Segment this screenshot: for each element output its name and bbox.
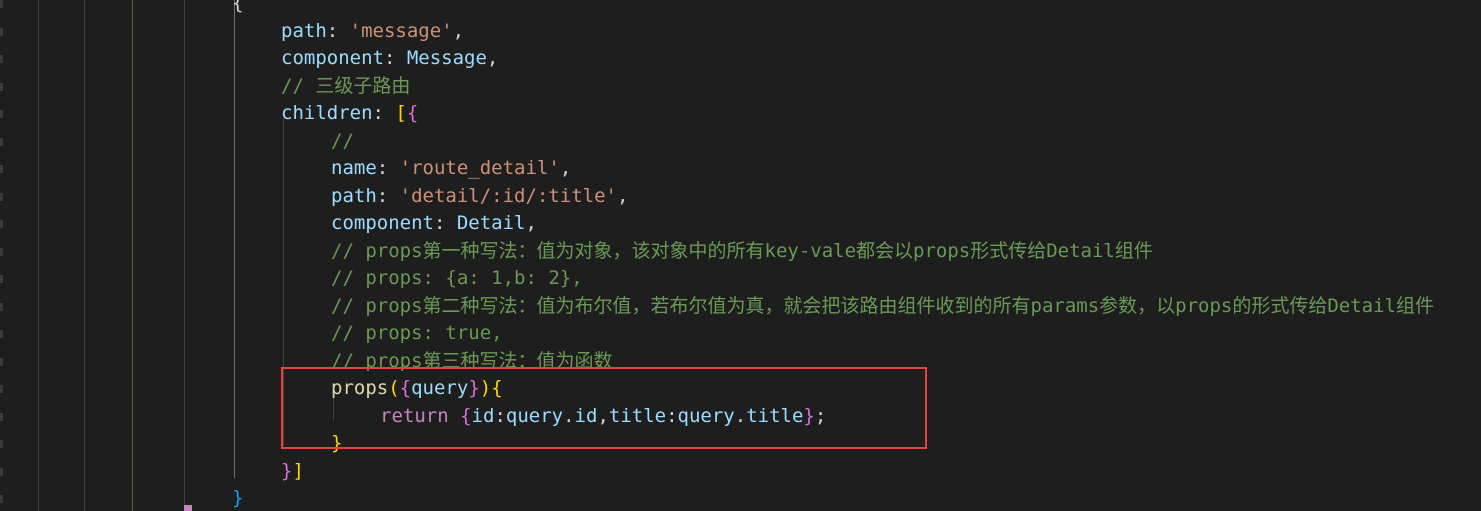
gutter-line-marker bbox=[0, 302, 3, 311]
code-token: , bbox=[525, 212, 537, 234]
indent-guide bbox=[184, 0, 185, 511]
code-token: name bbox=[331, 157, 377, 179]
code-token: : bbox=[326, 19, 350, 42]
code-token: , bbox=[559, 157, 572, 179]
indent-guide bbox=[132, 0, 133, 511]
code-token: path bbox=[281, 19, 327, 42]
code-token: Message bbox=[406, 47, 487, 69]
gutter-line-marker bbox=[0, 27, 3, 36]
code-line[interactable]: // bbox=[331, 128, 354, 155]
code-token: } bbox=[232, 487, 244, 509]
code-token: // props: {a: 1,b: 2}, bbox=[331, 267, 583, 289]
code-line[interactable]: path: 'detail/:id/:title', bbox=[331, 183, 628, 210]
gutter-line-marker bbox=[0, 440, 3, 448]
gutter-line-marker bbox=[0, 357, 3, 366]
code-token: path bbox=[331, 184, 377, 207]
gutter-line-marker bbox=[0, 495, 3, 503]
code-token: { bbox=[406, 102, 419, 124]
code-line[interactable]: // props: true, bbox=[331, 320, 503, 347]
gutter-line-marker bbox=[0, 412, 3, 421]
code-token: { bbox=[232, 0, 244, 14]
gutter-line-marker bbox=[0, 467, 3, 476]
gutter-line-marker bbox=[0, 220, 3, 228]
code-token: ] bbox=[292, 459, 304, 482]
code-token: // bbox=[331, 129, 354, 152]
gutter-line-marker bbox=[0, 247, 3, 256]
code-line[interactable]: component: Message, bbox=[281, 45, 498, 72]
indent-guide bbox=[38, 0, 39, 511]
gutter bbox=[0, 0, 6, 511]
code-token: , bbox=[617, 184, 629, 207]
gutter-line-marker bbox=[0, 55, 3, 63]
code-token: children bbox=[281, 102, 373, 124]
code-line[interactable]: children: [{ bbox=[281, 100, 418, 127]
code-editor[interactable]: {path: 'message', component: Message,// 三… bbox=[0, 0, 1481, 511]
gutter-line-marker bbox=[0, 0, 3, 8]
code-line[interactable]: // props第一种写法：值为对象，该对象中的所有key-vale都会以pro… bbox=[331, 238, 1153, 265]
code-token: component bbox=[281, 47, 384, 69]
gutter-line-marker bbox=[0, 110, 3, 118]
code-token: : bbox=[376, 157, 400, 179]
code-line[interactable]: // 三级子路由 bbox=[281, 73, 410, 100]
code-token: // props: true, bbox=[331, 322, 503, 344]
gutter-line-marker bbox=[0, 385, 3, 393]
code-token: : bbox=[372, 102, 396, 124]
code-token: Detail bbox=[456, 212, 526, 234]
code-token: , bbox=[486, 47, 499, 69]
code-line[interactable]: { bbox=[232, 0, 243, 17]
code-token: // 三级子路由 bbox=[281, 74, 411, 97]
code-token: : bbox=[433, 212, 457, 234]
fold-marker bbox=[184, 505, 192, 511]
indent-guide bbox=[234, 0, 235, 478]
code-token: component bbox=[331, 212, 434, 234]
gutter-line-marker bbox=[0, 165, 3, 173]
code-line[interactable]: }] bbox=[281, 458, 304, 485]
code-token: [ bbox=[395, 102, 407, 124]
code-line[interactable]: name: 'route_detail', bbox=[331, 155, 571, 182]
indent-guide bbox=[84, 0, 85, 511]
code-token: 'route_detail' bbox=[399, 157, 560, 179]
code-token: 'detail/:id/:title' bbox=[399, 184, 617, 207]
code-token: : bbox=[383, 47, 407, 69]
code-line[interactable]: component: Detail, bbox=[331, 210, 537, 237]
gutter-line-marker bbox=[0, 137, 3, 146]
code-line[interactable]: // props第二种写法：值为布尔值，若布尔值为真，就会把该路由组件收到的所有… bbox=[331, 293, 1434, 320]
code-token: : bbox=[376, 184, 400, 207]
gutter-line-marker bbox=[0, 192, 3, 201]
code-line[interactable]: // props: {a: 1,b: 2}, bbox=[331, 265, 583, 292]
gutter-line-marker bbox=[0, 82, 3, 91]
gutter-line-marker bbox=[0, 330, 3, 338]
code-token: // props第二种写法：值为布尔值，若布尔值为真，就会把该路由组件收到的所有… bbox=[331, 294, 1434, 317]
code-token: , bbox=[452, 19, 465, 42]
code-line[interactable]: path: 'message', bbox=[281, 18, 464, 45]
code-token: 'message' bbox=[349, 19, 453, 42]
highlight-annotation-box bbox=[281, 367, 927, 449]
code-token: } bbox=[281, 459, 293, 482]
code-token: // props第一种写法：值为对象，该对象中的所有key-vale都会以pro… bbox=[331, 239, 1153, 262]
code-line[interactable]: } bbox=[232, 485, 243, 511]
gutter-line-marker bbox=[0, 275, 3, 283]
